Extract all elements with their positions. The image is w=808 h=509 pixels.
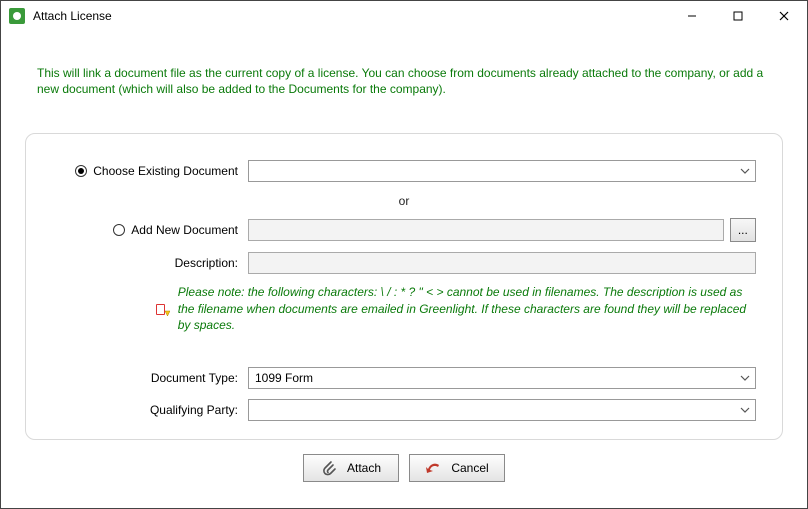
attach-button-label: Attach [347, 461, 381, 475]
chevron-down-icon [740, 373, 750, 383]
dialog-buttons: Attach Cancel [25, 454, 783, 482]
form-panel: Choose Existing Document or [25, 133, 783, 440]
close-button[interactable] [761, 1, 807, 31]
paperclip-icon [321, 460, 337, 476]
cancel-button[interactable]: Cancel [409, 454, 505, 482]
chevron-down-icon [740, 166, 750, 176]
dialog-attach-license: Attach License This will link a document… [0, 0, 808, 509]
maximize-button[interactable] [715, 1, 761, 31]
description-label: Description: [175, 256, 238, 270]
new-document-path-input[interactable] [248, 219, 724, 241]
cancel-button-label: Cancel [451, 461, 488, 475]
qualifying-party-select[interactable] [248, 399, 756, 421]
intro-text: This will link a document file as the cu… [37, 65, 771, 97]
document-type-select[interactable]: 1099 Form [248, 367, 756, 389]
description-input[interactable] [248, 252, 756, 274]
radio-add-new-label: Add New Document [131, 223, 238, 237]
browse-button-label: ... [738, 223, 748, 237]
undo-arrow-icon [425, 460, 441, 476]
minimize-button[interactable] [669, 1, 715, 31]
chevron-down-icon [740, 405, 750, 415]
qualifying-party-label: Qualifying Party: [150, 403, 238, 417]
browse-button[interactable]: ... [730, 218, 756, 242]
radio-choose-existing-label: Choose Existing Document [93, 164, 238, 178]
warning-icon [154, 302, 170, 318]
app-icon [9, 8, 25, 24]
titlebar: Attach License [1, 1, 807, 31]
radio-add-new[interactable]: Add New Document [113, 223, 238, 237]
existing-document-select[interactable] [248, 160, 756, 182]
document-type-value: 1099 Form [255, 371, 313, 385]
filename-note: Please note: the following characters: \… [178, 284, 756, 333]
attach-button[interactable]: Attach [303, 454, 399, 482]
window-title: Attach License [33, 9, 112, 23]
or-divider: or [52, 194, 756, 208]
document-type-label: Document Type: [151, 371, 238, 385]
radio-choose-existing[interactable]: Choose Existing Document [75, 164, 238, 178]
